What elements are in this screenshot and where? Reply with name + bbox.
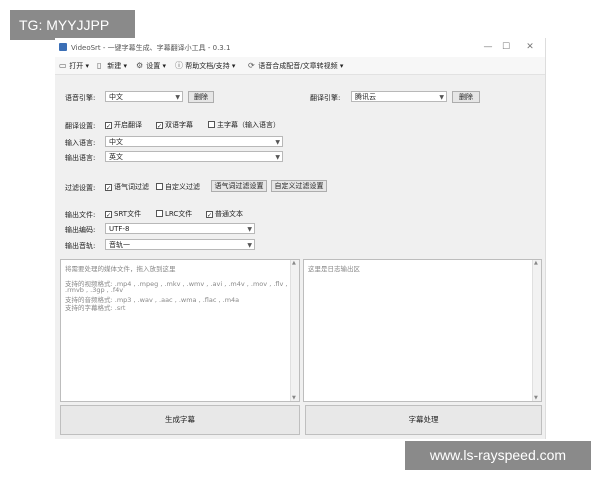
menu-tts-label: 语音合成配音/文章转视频 <box>258 62 338 70</box>
menu-help[interactable]: ⓘ 帮助文档/支持 ▾ <box>175 60 235 71</box>
close-button[interactable]: ✕ <box>522 41 538 53</box>
window-title: VideoSrt - 一键字幕生成、字幕翻译小工具 - 0.3.1 <box>71 44 231 52</box>
scroll-down-icon[interactable]: ▼ <box>534 395 538 401</box>
scroll-up-icon[interactable]: ▲ <box>292 260 296 266</box>
menu-settings-label: 设置 <box>146 62 161 70</box>
sync-icon: ⟳ <box>248 61 255 70</box>
menu-help-label: 帮助文档/支持 <box>185 62 230 70</box>
media-drop-area[interactable]: 将需要处理的媒体文件，拖入放到这里 支持的视频格式: .mp4 , .mpeg … <box>60 259 300 402</box>
main-subtitle-label: 主字幕（输入语言） <box>217 121 280 129</box>
chevron-down-icon: ▼ <box>275 139 280 146</box>
menu-bar: ▭ 打开 ▾ ▯ 新建 ▾ ⚙ 设置 ▾ ⓘ 帮助文档/支持 ▾ ⟳ 语音合成配… <box>55 57 545 75</box>
menu-new[interactable]: ▯ 新建 ▾ <box>97 60 127 71</box>
checkbox-empty-icon <box>208 121 215 128</box>
speech-engine-delete-button[interactable]: 删除 <box>188 91 214 103</box>
output-encoding-label: 输出编码: <box>65 226 96 234</box>
scroll-down-icon[interactable]: ▼ <box>292 395 296 401</box>
speech-engine-value: 中文 <box>109 93 123 101</box>
check-icon: ✓ <box>105 122 112 130</box>
video-formats-cont: .rmvb , .3gp , .f4v <box>65 286 124 294</box>
chevron-down-icon: ▼ <box>275 154 280 161</box>
mood-filter-settings-button[interactable]: 语气词过滤设置 <box>211 180 267 192</box>
mood-filter-checkbox[interactable]: ✓ 语气词过滤 <box>105 182 149 192</box>
lrc-label: LRC文件 <box>165 210 193 218</box>
speech-engine-select[interactable]: 中文 ▼ <box>105 91 183 102</box>
output-language-select[interactable]: 英文 ▼ <box>105 151 283 162</box>
filter-settings-label: 过滤设置: <box>65 184 96 192</box>
folder-icon: ▭ <box>59 61 67 70</box>
srt-label: SRT文件 <box>114 210 142 218</box>
menu-open-label: 打开 <box>69 62 84 70</box>
menu-tts[interactable]: ⟳ 语音合成配音/文章转视频 ▾ <box>248 60 343 71</box>
title-bar: VideoSrt - 一键字幕生成、字幕翻译小工具 - 0.3.1 — ☐ ✕ <box>55 38 545 57</box>
scrollbar[interactable]: ▲ ▼ <box>290 260 299 401</box>
check-icon: ✓ <box>156 122 163 130</box>
translate-settings-label: 翻译设置: <box>65 122 96 130</box>
scrollbar[interactable]: ▲ ▼ <box>532 260 541 401</box>
menu-settings[interactable]: ⚙ 设置 ▾ <box>136 60 166 71</box>
app-window: VideoSrt - 一键字幕生成、字幕翻译小工具 - 0.3.1 — ☐ ✕ … <box>55 38 546 439</box>
custom-filter-settings-button[interactable]: 自定义过滤设置 <box>271 180 327 192</box>
maximize-button[interactable]: ☐ <box>498 41 514 53</box>
lrc-checkbox[interactable]: LRC文件 <box>156 209 192 219</box>
output-language-value: 英文 <box>109 153 123 161</box>
input-language-value: 中文 <box>109 138 123 146</box>
chevron-down-icon: ▼ <box>439 94 444 101</box>
check-icon: ✓ <box>206 211 213 219</box>
output-encoding-value: UTF-8 <box>109 225 130 233</box>
srt-checkbox[interactable]: ✓ SRT文件 <box>105 209 141 219</box>
subtitle-formats: 支持的字幕格式: .srt <box>65 304 126 312</box>
enable-translate-checkbox[interactable]: ✓ 开启翻译 <box>105 120 142 130</box>
drop-hint: 将需要处理的媒体文件，拖入放到这里 <box>65 265 176 273</box>
txt-label: 普通文本 <box>215 210 243 218</box>
input-language-label: 输入语言: <box>65 139 96 147</box>
output-file-label: 输出文件: <box>65 211 96 219</box>
minimize-button[interactable]: — <box>480 41 496 53</box>
output-track-value: 音轨一 <box>109 241 130 249</box>
translate-engine-select[interactable]: 腾讯云 ▼ <box>351 91 447 102</box>
output-encoding-select[interactable]: UTF-8 ▼ <box>105 223 255 234</box>
tg-label: TG: MYYJJPP <box>10 10 135 40</box>
main-subtitle-checkbox[interactable]: 主字幕（输入语言） <box>208 120 280 130</box>
custom-filter-checkbox[interactable]: 自定义过滤 <box>156 182 200 192</box>
gear-icon: ⚙ <box>136 61 144 70</box>
menu-new-label: 新建 <box>107 62 122 70</box>
watermark: www.ls-rayspeed.com <box>405 441 591 470</box>
scroll-up-icon[interactable]: ▲ <box>534 260 538 266</box>
output-track-select[interactable]: 音轨一 ▼ <box>105 239 255 250</box>
chevron-down-icon: ▼ <box>175 94 180 101</box>
generate-subtitle-button[interactable]: 生成字幕 <box>60 405 300 435</box>
check-icon: ✓ <box>105 184 112 192</box>
menu-open[interactable]: ▭ 打开 ▾ <box>59 60 89 71</box>
bilingual-label: 双语字幕 <box>165 121 193 129</box>
output-track-label: 输出音轨: <box>65 242 96 250</box>
app-icon <box>59 43 67 51</box>
bilingual-checkbox[interactable]: ✓ 双语字幕 <box>156 120 193 130</box>
translate-engine-delete-button[interactable]: 删除 <box>452 91 480 103</box>
translate-engine-label: 翻译引擎: <box>310 94 341 102</box>
help-icon: ⓘ <box>175 61 183 70</box>
translate-engine-value: 腾讯云 <box>355 93 376 101</box>
chevron-down-icon: ▼ <box>247 242 252 249</box>
process-subtitle-button[interactable]: 字幕处理 <box>305 405 542 435</box>
txt-checkbox[interactable]: ✓ 普通文本 <box>206 209 243 219</box>
checkbox-empty-icon <box>156 183 163 190</box>
checkbox-empty-icon <box>156 210 163 217</box>
output-language-label: 输出语言: <box>65 154 96 162</box>
custom-filter-label: 自定义过滤 <box>165 183 200 191</box>
log-output-area[interactable]: 这里是日志输出区 ▲ ▼ <box>303 259 542 402</box>
mood-filter-label: 语气词过滤 <box>114 183 149 191</box>
check-icon: ✓ <box>105 211 112 219</box>
chevron-down-icon: ▼ <box>247 226 252 233</box>
input-language-select[interactable]: 中文 ▼ <box>105 136 283 147</box>
enable-translate-label: 开启翻译 <box>114 121 142 129</box>
log-hint: 这里是日志输出区 <box>308 265 360 273</box>
new-file-icon: ▯ <box>97 61 102 70</box>
speech-engine-label: 语音引擎: <box>65 94 96 102</box>
